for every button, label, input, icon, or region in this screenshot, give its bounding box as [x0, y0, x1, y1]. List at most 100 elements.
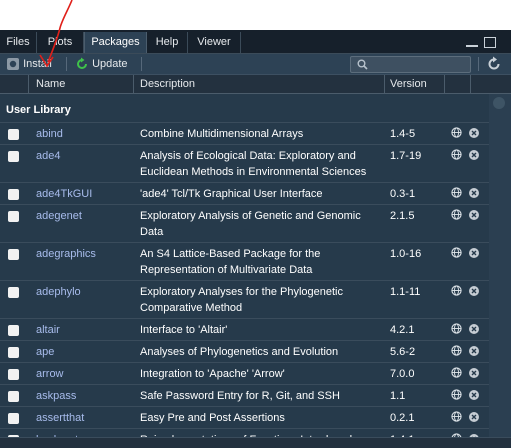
vertical-scrollbar[interactable]	[489, 94, 511, 448]
table-row: abind Combine Multidimensional Arrays 1.4-…	[0, 123, 489, 145]
package-version: 0.2.1	[390, 412, 415, 424]
remove-package-icon[interactable]	[469, 324, 479, 334]
tab-help[interactable]: Help	[147, 32, 188, 53]
package-description: Safe Password Entry for R, Git, and SSH	[140, 390, 340, 402]
table-row: assertthat Easy Pre and Post Assertions 0.…	[0, 407, 489, 429]
globe-icon[interactable]	[451, 127, 462, 138]
package-checkbox[interactable]	[8, 211, 19, 222]
section-title: User Library	[0, 94, 489, 123]
package-version: 0.3-1	[390, 188, 416, 200]
package-name-link[interactable]: askpass	[36, 388, 76, 404]
package-name-link[interactable]: ade4	[36, 148, 60, 164]
search-icon	[357, 59, 368, 70]
search-input[interactable]	[373, 57, 467, 72]
package-name-link[interactable]: adephylo	[36, 284, 81, 300]
table-row: ape Analyses of Phylogenetics and Evoluti…	[0, 341, 489, 363]
package-description: Interface to 'Altair'	[140, 324, 228, 336]
remove-package-icon[interactable]	[469, 188, 479, 198]
package-name-link[interactable]: altair	[36, 322, 60, 338]
package-checkbox[interactable]	[8, 249, 19, 260]
globe-icon[interactable]	[451, 323, 462, 334]
column-header-description[interactable]: Description	[140, 75, 195, 93]
package-name-link[interactable]: ape	[36, 344, 54, 360]
table-row: altair Interface to 'Altair' 4.2.1	[0, 319, 489, 341]
package-checkbox[interactable]	[8, 369, 19, 380]
package-version: 2.1.5	[390, 210, 415, 222]
globe-icon[interactable]	[451, 285, 462, 296]
toolbar-separator	[141, 57, 142, 71]
column-divider	[444, 75, 445, 93]
update-icon	[77, 57, 87, 70]
column-header-version[interactable]: Version	[390, 75, 427, 93]
package-description: Integration to 'Apache' 'Arrow'	[140, 368, 285, 380]
package-version: 1.0-16	[390, 248, 422, 260]
table-row: ade4TkGUI 'ade4' Tcl/Tk Graphical User In…	[0, 183, 489, 205]
remove-package-icon[interactable]	[469, 210, 479, 220]
table-row: askpass Safe Password Entry for R, Git, a…	[0, 385, 489, 407]
package-description: Exploratory Analysis of Genetic and Geno…	[140, 210, 361, 238]
column-header-name[interactable]: Name	[36, 75, 65, 93]
package-name-link[interactable]: adegraphics	[36, 246, 96, 262]
remove-package-icon[interactable]	[469, 390, 479, 400]
horizontal-scrollbar[interactable]	[0, 437, 511, 448]
package-name-link[interactable]: arrow	[36, 366, 64, 382]
maximize-pane-icon[interactable]	[484, 37, 496, 48]
package-description: Analyses of Phylogenetics and Evolution	[140, 346, 339, 358]
package-checkbox[interactable]	[8, 347, 19, 358]
scrollbar-thumb[interactable]	[493, 97, 505, 109]
globe-icon[interactable]	[451, 411, 462, 422]
package-checkbox[interactable]	[8, 325, 19, 336]
refresh-icon[interactable]	[486, 56, 502, 72]
package-checkbox[interactable]	[8, 129, 19, 140]
table-row: adegenet Exploratory Analysis of Genetic …	[0, 205, 489, 243]
tab-viewer[interactable]: Viewer	[188, 32, 241, 53]
install-icon	[7, 58, 19, 71]
globe-icon[interactable]	[451, 367, 462, 378]
package-version: 1.1-11	[390, 286, 421, 298]
minimize-pane-icon[interactable]	[466, 45, 478, 47]
remove-package-icon[interactable]	[469, 150, 479, 160]
package-checkbox[interactable]	[8, 189, 19, 200]
remove-package-icon[interactable]	[469, 412, 479, 422]
remove-package-icon[interactable]	[469, 368, 479, 378]
globe-icon[interactable]	[451, 389, 462, 400]
package-description: Analysis of Ecological Data: Exploratory…	[140, 150, 367, 178]
table-row: adegraphics An S4 Lattice-Based Package f…	[0, 243, 489, 281]
tab-plots[interactable]: Plots	[37, 32, 84, 53]
toolbar-separator	[478, 57, 479, 71]
column-divider	[470, 75, 471, 93]
package-checkbox[interactable]	[8, 287, 19, 298]
package-description: 'ade4' Tcl/Tk Graphical User Interface	[140, 188, 323, 200]
tab-files[interactable]: Files	[0, 32, 37, 53]
package-name-link[interactable]: ade4TkGUI	[36, 186, 92, 202]
tab-bar: Files Plots Packages Help Viewer	[0, 30, 511, 54]
packages-pane: Files Plots Packages Help Viewer Install…	[0, 30, 511, 448]
globe-icon[interactable]	[451, 149, 462, 160]
package-table: User Library abind Combine Multidimension…	[0, 94, 489, 448]
install-button[interactable]: Install	[6, 56, 52, 72]
column-divider	[28, 75, 29, 93]
tab-packages[interactable]: Packages	[84, 32, 147, 53]
globe-icon[interactable]	[451, 345, 462, 356]
package-checkbox[interactable]	[8, 413, 19, 424]
package-checkbox[interactable]	[8, 151, 19, 162]
package-description: Easy Pre and Post Assertions	[140, 412, 285, 424]
globe-icon[interactable]	[451, 209, 462, 220]
update-button[interactable]: Update	[75, 56, 128, 72]
package-checkbox[interactable]	[8, 391, 19, 402]
remove-package-icon[interactable]	[469, 128, 479, 138]
package-name-link[interactable]: abind	[36, 126, 63, 142]
remove-package-icon[interactable]	[469, 286, 479, 296]
package-name-link[interactable]: adegenet	[36, 208, 82, 224]
table-row: ade4 Analysis of Ecological Data: Explora…	[0, 145, 489, 183]
package-version: 4.2.1	[390, 324, 415, 336]
package-version: 7.0.0	[390, 368, 415, 380]
remove-package-icon[interactable]	[469, 346, 479, 356]
remove-package-icon[interactable]	[469, 248, 479, 258]
package-description: Exploratory Analyses for the Phylogeneti…	[140, 286, 344, 314]
package-name-link[interactable]: assertthat	[36, 410, 84, 426]
table-row: adephylo Exploratory Analyses for the Phy…	[0, 281, 489, 319]
globe-icon[interactable]	[451, 187, 462, 198]
package-rows: abind Combine Multidimensional Arrays 1.4-…	[0, 123, 489, 448]
globe-icon[interactable]	[451, 247, 462, 258]
